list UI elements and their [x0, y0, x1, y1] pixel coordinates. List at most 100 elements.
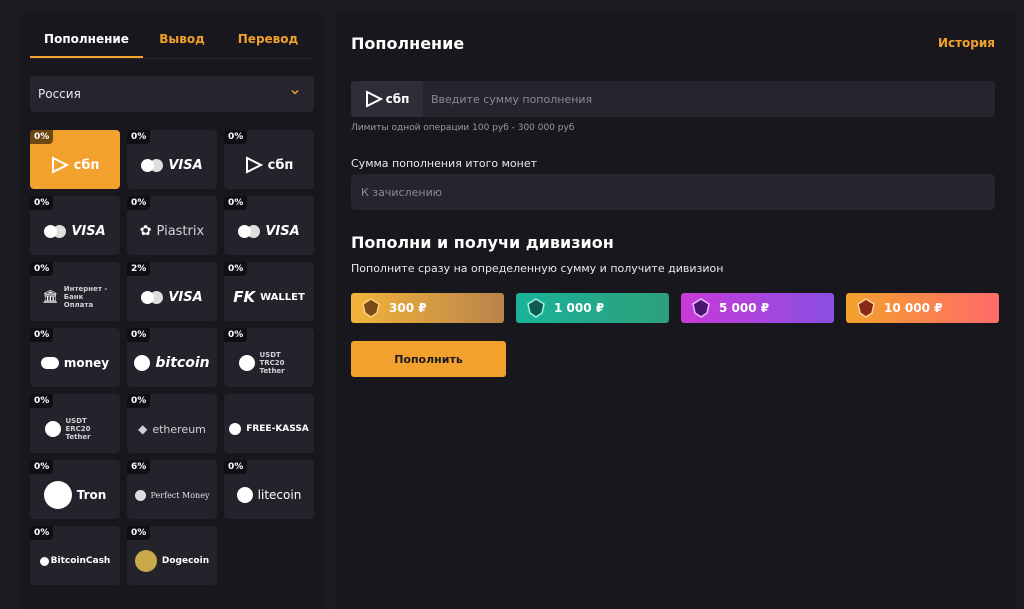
bronze-badge-icon: [362, 298, 380, 318]
fee-badge: 0%: [30, 460, 54, 474]
chevron-down-icon: [291, 89, 299, 95]
division-option-5000[interactable]: 5 000 ₽: [681, 293, 834, 323]
sbp-logo-text: сбп: [385, 92, 410, 106]
method-card-tether-trc20[interactable]: 0% USDT TRC20 Tether: [224, 328, 314, 387]
history-link[interactable]: История: [938, 36, 995, 50]
method-card-perfect-money[interactable]: 6% Perfect Money: [127, 460, 217, 519]
division-title: Пополни и получи дивизион: [351, 233, 614, 252]
method-label: USDT TRC20 Tether: [259, 351, 285, 375]
sum-field[interactable]: [351, 174, 995, 210]
division-option-10000[interactable]: 10 000 ₽: [846, 293, 999, 323]
method-card-fk-wallet[interactable]: 0% FK WALLET: [224, 262, 314, 321]
fee-badge: 2%: [127, 262, 151, 276]
method-card-visa-mir[interactable]: 0% VISA: [127, 130, 217, 189]
tab-deposit[interactable]: Пополнение: [30, 14, 143, 58]
sum-input[interactable]: [361, 174, 981, 210]
tab-withdraw[interactable]: Вывод: [143, 14, 221, 58]
flower-icon: ✿: [139, 223, 152, 239]
fee-badge: 6%: [127, 460, 151, 474]
fee-badge: 0%: [30, 262, 54, 276]
fk-logo-icon: FK: [233, 288, 256, 306]
method-card-tron[interactable]: 0% Tron: [30, 460, 120, 519]
method-card-skycrypto[interactable]: 0% VISA: [224, 196, 314, 255]
method-label: сбп: [267, 157, 294, 173]
fee-badge: 0%: [127, 130, 151, 144]
sbp-logo-icon: [365, 90, 383, 108]
method-label: bitcoin: [155, 355, 210, 371]
method-card-free-kassa[interactable]: FREE-KASSA: [224, 394, 314, 453]
tabs: Пополнение Вывод Перевод: [30, 14, 315, 59]
method-card-bitcoin[interactable]: 0% bitcoin: [127, 328, 217, 387]
perfect-money-icon: [134, 489, 146, 501]
division-subtitle: Пополните сразу на определенную сумму и …: [351, 262, 724, 275]
fee-badge: 0%: [224, 460, 248, 474]
method-label: Интернет - Банк Оплата: [63, 285, 108, 309]
ethereum-icon: ◆: [138, 422, 148, 436]
ruby-badge-icon: [857, 298, 875, 318]
country-select[interactable]: Россия: [30, 76, 314, 112]
method-label: litecoin: [257, 488, 302, 502]
method-label: FREE-KASSA: [246, 424, 309, 434]
method-label: VISA: [265, 223, 300, 239]
free-kassa-icon: [229, 423, 242, 435]
method-label: USDT ERC20 Tether: [65, 417, 91, 441]
mastercard-icon: [141, 158, 164, 172]
fee-badge: 0%: [224, 328, 248, 342]
method-label: Tron: [76, 488, 107, 502]
mastercard-icon: [141, 290, 164, 304]
deposit-panel: Пополнение История сбп Лимиты одной опер…: [335, 14, 1015, 609]
fee-badge: 0%: [127, 526, 151, 540]
page-title: Пополнение: [351, 34, 465, 53]
mastercard-icon: [44, 224, 67, 238]
method-card-piastrix[interactable]: 0% ✿ Piastrix: [127, 196, 217, 255]
method-card-sbp[interactable]: 0% сбп: [30, 130, 120, 189]
litecoin-icon: [236, 487, 253, 503]
sum-label: Сумма пополнения итого монет: [351, 157, 538, 170]
method-label: BitcoinCash: [50, 556, 111, 566]
tab-transfer[interactable]: Перевод: [221, 14, 315, 58]
bitcoin-icon: [134, 355, 151, 371]
fee-badge: 0%: [224, 196, 248, 210]
method-card-visa-2[interactable]: 2% VISA: [127, 262, 217, 321]
sbp-logo-icon: [245, 156, 263, 174]
fee-badge: 0%: [30, 526, 54, 540]
method-card-yoomoney[interactable]: 0% money: [30, 328, 120, 387]
limits-text: Лимиты одной операции 100 руб - 300 000 …: [351, 123, 575, 133]
method-card-ethereum[interactable]: 0% ◆ ethereum: [127, 394, 217, 453]
method-card-tether-erc20[interactable]: 0% USDT ERC20 Tether: [30, 394, 120, 453]
tether-icon: [238, 355, 255, 371]
dogecoin-icon: [134, 550, 157, 572]
fee-badge: 0%: [224, 262, 248, 276]
fee-badge: 0%: [30, 328, 54, 342]
method-card-sbp-2[interactable]: 0% сбп: [224, 130, 314, 189]
method-card-litecoin[interactable]: 0% litecoin: [224, 460, 314, 519]
method-label: ethereum: [152, 422, 206, 436]
method-card-dogecoin[interactable]: 0% Dogecoin: [127, 526, 217, 585]
method-card-internet-bank[interactable]: 0% 🏛 Интернет - Банк Оплата: [30, 262, 120, 321]
division-options: 300 ₽ 1 000 ₽ 5 000 ₽ 10 000 ₽: [351, 293, 999, 323]
country-value: Россия: [38, 87, 81, 101]
division-amount: 10 000 ₽: [884, 301, 943, 315]
fee-badge: 0%: [30, 394, 54, 408]
method-card-visa[interactable]: 0% VISA: [30, 196, 120, 255]
amethyst-badge-icon: [692, 298, 710, 318]
deposit-button[interactable]: Пополнить: [351, 341, 506, 377]
division-amount: 5 000 ₽: [719, 301, 770, 315]
method-label: Perfect Money: [150, 490, 210, 500]
fee-badge: 0%: [127, 196, 151, 210]
bank-icon: 🏛: [42, 289, 59, 305]
method-label: VISA: [71, 223, 106, 239]
division-option-300[interactable]: 300 ₽: [351, 293, 504, 323]
sbp-logo: сбп: [351, 81, 423, 117]
method-label: money: [63, 356, 110, 370]
method-card-bitcoincash[interactable]: 0% BitcoinCash: [30, 526, 120, 585]
amount-field[interactable]: сбп: [351, 81, 995, 117]
division-option-1000[interactable]: 1 000 ₽: [516, 293, 669, 323]
method-label: Dogecoin: [161, 556, 210, 566]
amount-input[interactable]: [431, 81, 991, 117]
fee-badge: 0%: [30, 130, 54, 144]
method-label: VISA: [168, 157, 203, 173]
method-label: Piastrix: [156, 223, 205, 239]
sbp-logo-icon: [51, 156, 69, 174]
fee-badge: 0%: [127, 328, 151, 342]
